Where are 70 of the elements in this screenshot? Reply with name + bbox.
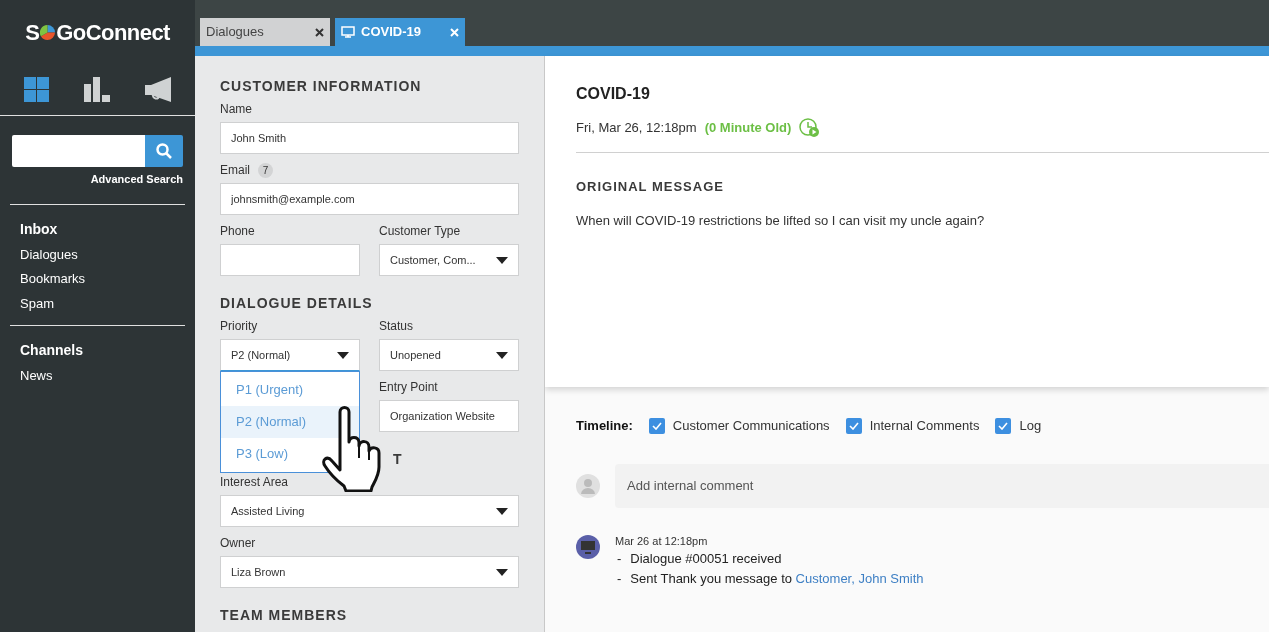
message-text: When will COVID-19 restrictions be lifted so I can visit my uncle again? [576,211,986,230]
select-field[interactable]: Unopened [379,339,519,371]
check-icon [651,421,662,430]
clock-icon [799,118,822,138]
grid-icon[interactable] [23,77,49,102]
nav-item[interactable]: Spam [20,293,175,313]
text-field[interactable]: johnsmith@example.com [220,183,519,215]
log-text: Sent Thank you message to Customer, John Smith [630,569,924,588]
dialogue-title: COVID-19 [576,84,651,104]
megaphone-icon[interactable] [145,77,172,102]
checkbox-label: Customer Communications [672,417,830,435]
dash: - [617,550,622,568]
avatar-icon [576,473,600,498]
bar-chart-icon[interactable] [84,77,110,102]
section-heading: CUSTOMER INFORMATION [220,77,423,96]
select-field[interactable]: Liza Brown [220,556,519,588]
field-label: Customer Type [379,223,461,240]
date-text: Fri, Mar 26, 12:18pm [576,119,697,138]
caret-icon [496,568,508,576]
section-heading: ORIGINAL MESSAGE [576,178,725,196]
comment-field[interactable]: Add internal comment [615,463,1269,508]
close-icon[interactable] [315,27,324,37]
field-label: Phone [220,223,255,240]
checkbox-label: Log [1019,417,1042,435]
count-badge: 7 [258,162,273,178]
field-label: Email [220,162,250,179]
select-field[interactable]: Customer, Com... [379,244,519,276]
nav-item[interactable]: News [20,366,175,386]
customer-link[interactable]: Customer, John Smith [795,570,924,586]
section-heading: TEAM MEMBERS [220,606,349,625]
logo: S GoConnect [24,18,171,47]
field-label: Priority [220,318,258,335]
nav-item[interactable]: Dialogues [20,244,175,264]
search-field[interactable] [12,135,145,167]
caret-icon [496,507,508,515]
section-heading: DIALOGUE DETAILS [220,294,374,313]
caret-icon [337,351,349,359]
field-label: Entry Point [379,379,438,396]
checkbox[interactable] [845,417,862,434]
log-text: Dialogue #00051 received [630,550,782,568]
field-label: Interest Area [220,474,289,491]
caret-icon [496,256,508,264]
nav-item[interactable]: Bookmarks [20,269,175,289]
text-field[interactable] [220,244,360,276]
pie-logo-icon [40,24,56,40]
monitor-avatar-icon [576,534,600,559]
nav-group-title[interactable]: Inbox [20,218,175,240]
section-heading: T [393,450,403,469]
select-field[interactable]: P2 (Normal) [220,339,360,371]
checkbox-label: Internal Comments [869,417,980,435]
field-label: Name [220,101,252,118]
timeline-label: Timeline: [576,417,633,435]
nav-group-title[interactable]: Channels [20,340,175,361]
check-icon [848,421,859,430]
text-field[interactable]: John Smith [220,122,519,154]
text-field[interactable]: Organization Website [379,400,519,432]
field-label: Owner [220,535,256,552]
checkbox[interactable] [995,417,1012,434]
age-text: (0 Minute Old) [704,119,792,138]
tab[interactable]: Dialogues [200,18,330,46]
check-icon [998,421,1009,430]
field-label: Status [379,318,414,335]
entry-time: Mar 26 at 12:18pm [615,533,709,549]
checkbox[interactable] [648,417,665,434]
search-button[interactable] [145,135,183,167]
advanced-search-link[interactable]: Advanced Search [90,171,183,188]
dash: - [617,569,622,588]
select-field[interactable]: Assisted Living [220,495,519,527]
search-icon [156,143,172,159]
caret-icon [496,351,508,359]
